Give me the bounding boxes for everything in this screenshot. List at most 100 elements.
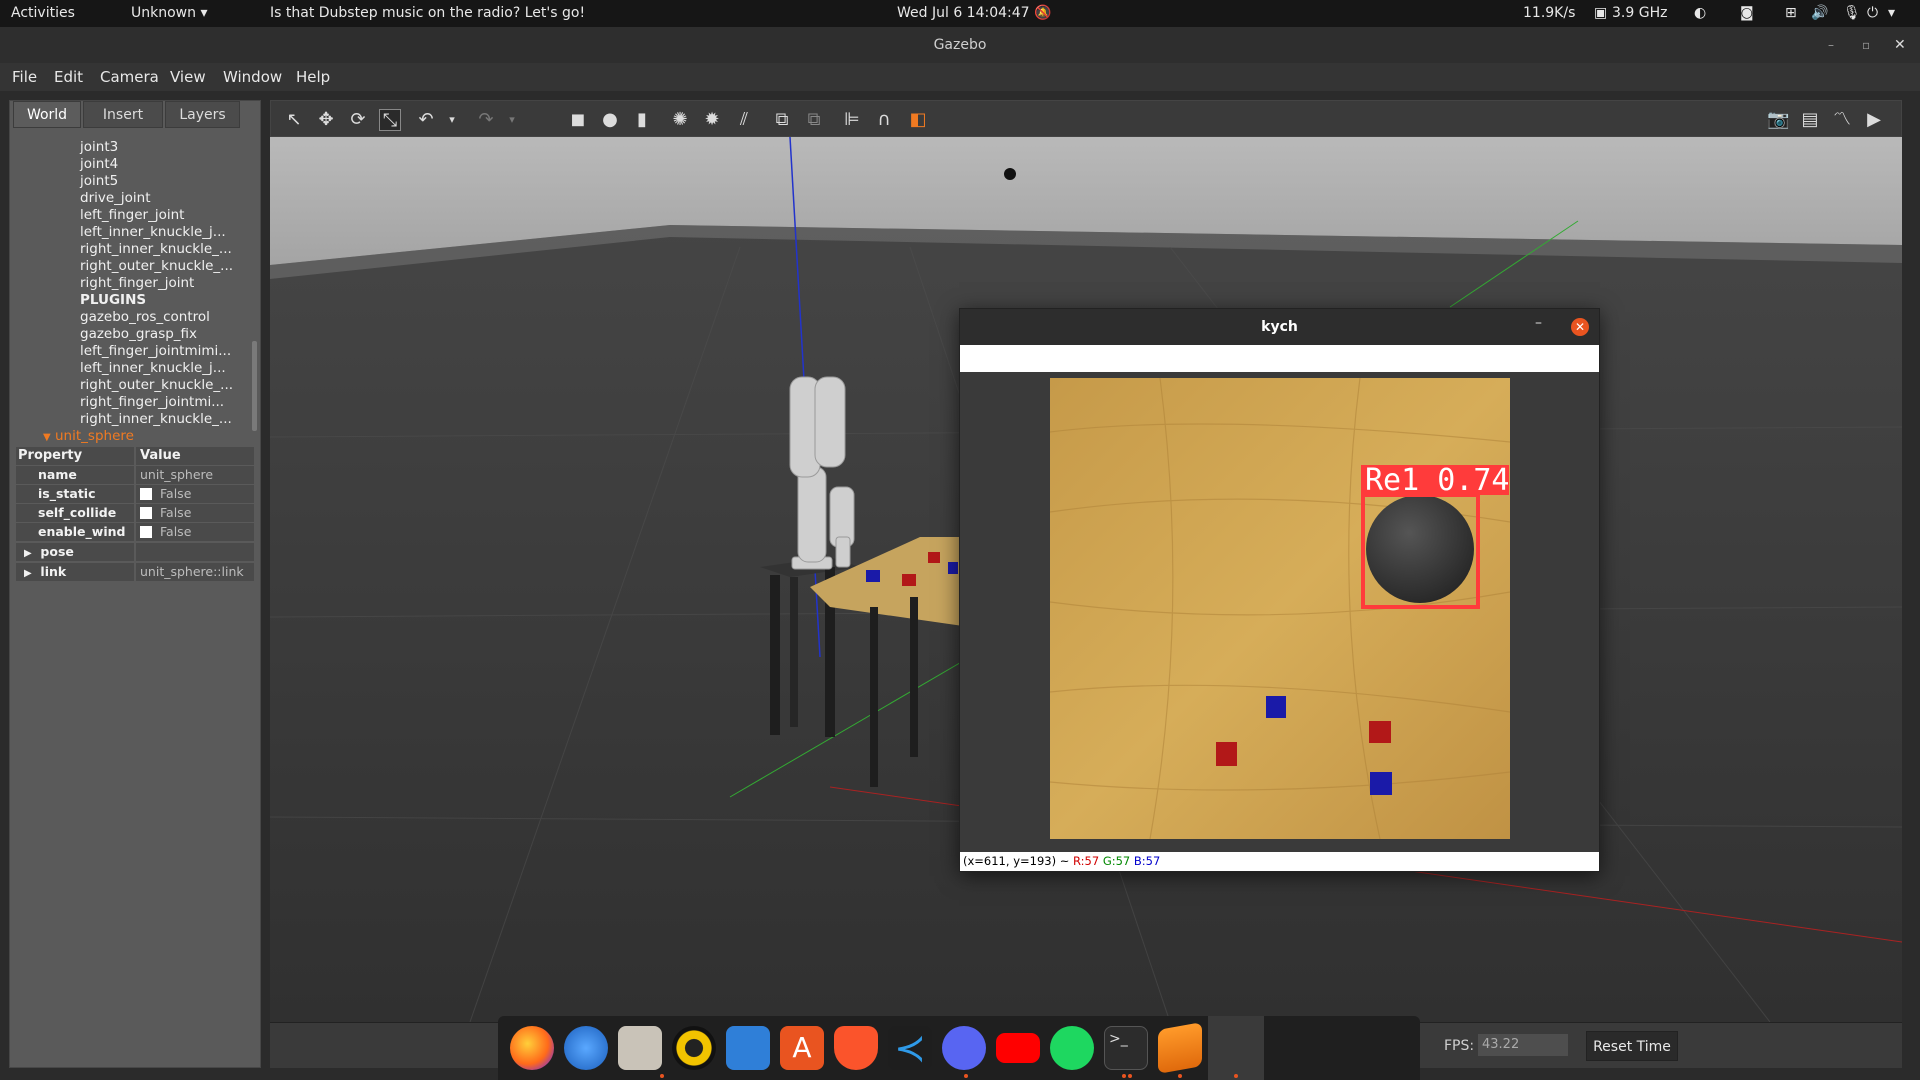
- tree-item[interactable]: gazebo_ros_control: [80, 309, 210, 325]
- undo-icon[interactable]: ↶: [415, 109, 437, 131]
- align-icon[interactable]: ⊫: [841, 109, 863, 131]
- cylinder-shape-icon[interactable]: ▮: [631, 109, 653, 131]
- log-icon[interactable]: ▤: [1799, 109, 1821, 131]
- net-speed[interactable]: 11.9K/s: [1523, 5, 1575, 21]
- activities-button[interactable]: Activities: [11, 5, 75, 21]
- fps-value: 43.22: [1478, 1034, 1568, 1056]
- tree-section-plugins[interactable]: PLUGINS: [80, 292, 146, 308]
- tree-item[interactable]: right_outer_knuckle_...: [80, 258, 233, 274]
- menu-edit[interactable]: Edit: [54, 68, 83, 86]
- screenshot-icon[interactable]: 📷: [1767, 109, 1789, 131]
- tab-insert[interactable]: Insert: [83, 101, 163, 128]
- tab-world[interactable]: World: [13, 101, 81, 128]
- view-angle-icon[interactable]: ◧: [907, 109, 929, 131]
- chevron-down-icon[interactable]: ▾: [501, 109, 523, 131]
- tree-item[interactable]: joint4: [80, 156, 118, 172]
- menu-help[interactable]: Help: [296, 68, 330, 86]
- tree-item-selected-model[interactable]: ▼ unit_sphere: [43, 428, 134, 443]
- maximize-button[interactable]: ▫: [1862, 27, 1870, 63]
- sphere-shape-icon[interactable]: ●: [599, 109, 621, 131]
- firefox-icon[interactable]: [510, 1026, 554, 1070]
- tree-item[interactable]: right_inner_knuckle_...: [80, 241, 232, 257]
- active-app-slot[interactable]: [1208, 1016, 1264, 1080]
- world-tree[interactable]: joint3 joint4 joint5 drive_joint left_fi…: [15, 129, 259, 443]
- enable-wind-checkbox[interactable]: [140, 526, 152, 538]
- spotify-icon[interactable]: [1050, 1026, 1094, 1070]
- directional-light-icon[interactable]: ⫽: [733, 109, 755, 131]
- close-button[interactable]: ✕: [1894, 27, 1906, 63]
- volume-icon[interactable]: 🔊: [1811, 5, 1828, 21]
- box-shape-icon[interactable]: ◼: [567, 109, 589, 131]
- redo-icon[interactable]: ↷: [475, 109, 497, 131]
- chevron-down-icon[interactable]: ▾: [441, 109, 463, 131]
- app-menu[interactable]: Unknown ▾: [131, 5, 207, 21]
- tree-item[interactable]: right_outer_knuckle_...: [80, 377, 233, 393]
- expand-arrow-icon[interactable]: ▶: [24, 548, 32, 559]
- tree-item[interactable]: gazebo_grasp_fix: [80, 326, 197, 342]
- property-row-is-static[interactable]: is_static False: [16, 485, 254, 503]
- tree-item[interactable]: left_inner_knuckle_j...: [80, 224, 226, 240]
- files-icon[interactable]: [618, 1026, 662, 1070]
- select-mode-icon[interactable]: ↖: [283, 109, 305, 131]
- scale-mode-icon[interactable]: ⤡: [379, 109, 401, 131]
- is-static-checkbox[interactable]: [140, 488, 152, 500]
- network-icon[interactable]: ⊞: [1785, 5, 1797, 21]
- tab-layers[interactable]: Layers: [165, 101, 240, 128]
- property-row-enable-wind[interactable]: enable_wind False: [16, 523, 254, 541]
- record-video-icon[interactable]: ▶: [1863, 109, 1885, 131]
- tree-item[interactable]: joint3: [80, 139, 118, 155]
- reset-time-button[interactable]: Reset Time: [1586, 1031, 1678, 1061]
- indicator-icon[interactable]: ◐: [1694, 5, 1706, 21]
- minimize-button[interactable]: –: [1828, 27, 1834, 63]
- tree-item[interactable]: joint5: [80, 173, 118, 189]
- menu-view[interactable]: View: [170, 68, 206, 86]
- translate-mode-icon[interactable]: ✥: [315, 109, 337, 131]
- tree-scrollbar[interactable]: [252, 341, 257, 431]
- property-row-pose[interactable]: ▶ pose: [16, 543, 254, 561]
- app-store-icon[interactable]: A: [780, 1026, 824, 1070]
- property-value[interactable]: unit_sphere: [136, 466, 254, 484]
- vscode-icon[interactable]: ≺: [888, 1026, 932, 1070]
- copy-icon[interactable]: ⧉: [771, 109, 793, 131]
- property-row-name[interactable]: name unit_sphere: [16, 466, 254, 484]
- self-collide-checkbox[interactable]: [140, 507, 152, 519]
- tree-item[interactable]: right_inner_knuckle_...: [80, 411, 232, 427]
- clock[interactable]: Wed Jul 6 14:04:47: [897, 5, 1030, 21]
- image-window-minimize-button[interactable]: –: [1535, 315, 1542, 331]
- chevron-down-icon[interactable]: ▾: [1888, 5, 1895, 21]
- brave-icon[interactable]: [834, 1026, 878, 1070]
- menu-window[interactable]: Window: [223, 68, 282, 86]
- rhythmbox-icon[interactable]: [672, 1026, 716, 1070]
- thunderbird-icon[interactable]: [564, 1026, 608, 1070]
- menu-camera[interactable]: Camera: [100, 68, 159, 86]
- now-playing-text[interactable]: Is that Dubstep music on the radio? Let'…: [270, 5, 585, 21]
- paste-icon[interactable]: ⧉: [803, 109, 825, 131]
- expand-arrow-icon[interactable]: ▶: [24, 568, 32, 579]
- cpu-frequency[interactable]: 3.9 GHz: [1612, 5, 1667, 21]
- plot-icon[interactable]: 〽: [1831, 109, 1853, 131]
- terminal-icon[interactable]: >_: [1104, 1026, 1148, 1070]
- point-light-icon[interactable]: ✺: [669, 109, 691, 131]
- property-row-self-collide[interactable]: self_collide False: [16, 504, 254, 522]
- property-row-link[interactable]: ▶ link unit_sphere::link: [16, 563, 254, 581]
- rotate-mode-icon[interactable]: ⟳: [347, 109, 369, 131]
- discord-icon[interactable]: [942, 1026, 986, 1070]
- discord-tray-icon[interactable]: ◙: [1740, 5, 1754, 21]
- text-editor-icon[interactable]: [726, 1026, 770, 1070]
- tree-item[interactable]: left_inner_knuckle_j...: [80, 360, 226, 376]
- tree-item[interactable]: left_finger_jointmimi...: [80, 343, 231, 359]
- gazebo-icon[interactable]: [1158, 1022, 1202, 1074]
- snap-icon[interactable]: ∩: [873, 109, 895, 131]
- menu-file[interactable]: File: [12, 68, 37, 86]
- camera-image[interactable]: Re1 0.74: [960, 372, 1599, 852]
- tree-item[interactable]: drive_joint: [80, 190, 151, 206]
- tree-item[interactable]: left_finger_joint: [80, 207, 184, 223]
- tree-item[interactable]: right_finger_joint: [80, 275, 194, 291]
- image-view-window[interactable]: kych – ✕ Re1 0.74 (x=611, y=193) ~ R:57 …: [959, 308, 1600, 872]
- image-window-close-button[interactable]: ✕: [1571, 318, 1589, 336]
- spot-light-icon[interactable]: ✹: [701, 109, 723, 131]
- tree-item[interactable]: right_finger_jointmi...: [80, 394, 224, 410]
- microphone-icon[interactable]: 🎙: [1843, 5, 1861, 21]
- power-icon[interactable]: ⏻: [1867, 5, 1878, 21]
- youtube-icon[interactable]: [996, 1033, 1040, 1063]
